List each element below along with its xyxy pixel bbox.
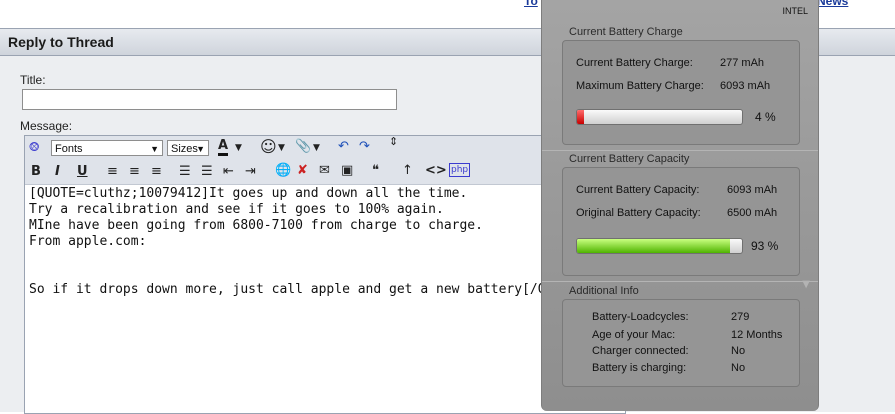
text-color-icon[interactable]: A bbox=[218, 138, 229, 156]
redo-icon[interactable]: ↷ bbox=[359, 138, 370, 156]
editor-toolbar-bottom: B I U ≡ ≡ ≡ ☰ ☰ ⇤ ⇥ 🌐 ✘ ✉ ▣ ❝ ↑ <> php bbox=[25, 160, 625, 185]
editor-toolbar-top: ⨷ Fonts ▼ Sizes ▼ A ▼ ☺ ▼ 📎 ▼ ↶ ↷ ⇕ bbox=[25, 136, 625, 161]
capacity-section-title: Current Battery Capacity bbox=[569, 153, 690, 165]
original-capacity-value: 6500 mAh bbox=[727, 207, 778, 219]
capacity-box: Current Battery Capacity: 6093 mAh Origi… bbox=[562, 167, 800, 276]
editor-line: Try a recalibration and see if it goes t… bbox=[29, 202, 444, 217]
scroll-indicator-icon: ▼ bbox=[802, 279, 810, 290]
current-capacity-label: Current Battery Capacity: bbox=[576, 184, 700, 196]
editor-line: From apple.com: bbox=[29, 234, 147, 249]
max-charge-label: Maximum Battery Charge: bbox=[576, 80, 704, 92]
charger-label: Charger connected: bbox=[592, 345, 689, 357]
quote-icon[interactable]: ❝ bbox=[372, 162, 379, 180]
insert-email-icon[interactable]: ✉ bbox=[319, 162, 330, 180]
current-charge-label: Current Battery Charge: bbox=[576, 57, 693, 69]
editor-line: [QUOTE=cluthz;10079412]It goes up and do… bbox=[29, 186, 468, 201]
unordered-list-icon[interactable]: ☰ bbox=[201, 163, 213, 181]
editor-text[interactable]: [QUOTE=cluthz;10079412]It goes up and do… bbox=[29, 186, 619, 298]
align-right-icon[interactable]: ≡ bbox=[151, 163, 162, 181]
insert-image-icon[interactable]: ▣ bbox=[341, 162, 353, 180]
remove-format-icon[interactable]: ⨷ bbox=[29, 139, 39, 157]
underline-button[interactable]: U bbox=[77, 163, 88, 181]
font-select-label: Fonts bbox=[55, 143, 83, 155]
top-link-1[interactable]: To bbox=[524, 0, 538, 8]
chevron-down-icon: ▼ bbox=[196, 144, 205, 154]
title-label: Title: bbox=[20, 73, 46, 87]
panel-title: Reply to Thread bbox=[8, 34, 114, 50]
chevron-down-icon[interactable]: ▼ bbox=[313, 139, 320, 157]
charging-value: No bbox=[731, 362, 746, 374]
loadcycles-label: Battery-Loadcycles: bbox=[592, 311, 689, 323]
font-select[interactable]: Fonts ▼ bbox=[51, 140, 163, 156]
ordered-list-icon[interactable]: ☰ bbox=[179, 163, 191, 181]
outdent-icon[interactable]: ⇤ bbox=[223, 163, 234, 181]
smiley-icon[interactable]: ☺ bbox=[260, 138, 277, 156]
chevron-down-icon[interactable]: ▼ bbox=[235, 139, 242, 157]
current-capacity-value: 6093 mAh bbox=[727, 184, 778, 196]
battery-window: INTEL Current Battery Charge Current Bat… bbox=[541, 0, 819, 411]
message-editor[interactable]: ⨷ Fonts ▼ Sizes ▼ A ▼ ☺ ▼ 📎 ▼ ↶ ↷ ⇕ B I … bbox=[24, 135, 626, 414]
capacity-percent: 93 % bbox=[751, 239, 779, 253]
italic-button[interactable]: I bbox=[55, 163, 60, 181]
charge-bar-fill bbox=[577, 110, 584, 124]
capacity-bar-fill bbox=[577, 239, 731, 253]
charge-section-title: Current Battery Charge bbox=[569, 26, 683, 38]
attachment-icon[interactable]: 📎 bbox=[295, 138, 311, 156]
indent-icon[interactable]: ⇥ bbox=[245, 163, 256, 181]
php-icon[interactable]: php bbox=[449, 163, 471, 177]
charge-box: Current Battery Charge: 277 mAh Maximum … bbox=[562, 40, 800, 145]
message-label: Message: bbox=[20, 119, 73, 133]
bold-button[interactable]: B bbox=[31, 163, 41, 181]
resize-icon[interactable]: ⇕ bbox=[389, 136, 398, 147]
undo-icon[interactable]: ↶ bbox=[338, 138, 349, 156]
remove-link-icon[interactable]: ✘ bbox=[297, 162, 308, 180]
current-charge-value: 277 mAh bbox=[720, 57, 765, 69]
divider bbox=[542, 281, 818, 282]
capacity-bar bbox=[576, 238, 743, 254]
size-select-label: Sizes bbox=[171, 143, 198, 155]
original-capacity-label: Original Battery Capacity: bbox=[576, 207, 701, 219]
chevron-down-icon: ▼ bbox=[150, 144, 159, 154]
mac-age-value: 12 Months bbox=[731, 329, 783, 341]
wrap-icon[interactable]: ↑ bbox=[402, 162, 413, 180]
code-icon[interactable]: <> bbox=[425, 162, 447, 180]
charge-percent: 4 % bbox=[755, 110, 776, 124]
insert-link-icon[interactable]: 🌐 bbox=[275, 162, 291, 180]
intel-badge: INTEL bbox=[782, 6, 808, 16]
title-input[interactable] bbox=[22, 89, 397, 110]
editor-line: So if it drops down more, just call appl… bbox=[29, 282, 585, 297]
charge-bar bbox=[576, 109, 743, 125]
size-select[interactable]: Sizes ▼ bbox=[167, 140, 209, 156]
loadcycles-value: 279 bbox=[731, 311, 750, 323]
additional-section-title: Additional Info bbox=[569, 285, 639, 297]
max-charge-value: 6093 mAh bbox=[720, 80, 771, 92]
charger-value: No bbox=[731, 345, 746, 357]
mac-age-label: Age of your Mac: bbox=[592, 329, 676, 341]
align-left-icon[interactable]: ≡ bbox=[107, 163, 118, 181]
charging-label: Battery is charging: bbox=[592, 362, 687, 374]
additional-box: Battery-Loadcycles: 279 Age of your Mac:… bbox=[562, 299, 800, 387]
editor-line: MIne have been going from 6800-7100 from… bbox=[29, 218, 483, 233]
top-link-news[interactable]: News bbox=[817, 0, 848, 8]
divider bbox=[542, 150, 818, 151]
align-center-icon[interactable]: ≡ bbox=[129, 163, 140, 181]
chevron-down-icon[interactable]: ▼ bbox=[278, 139, 285, 157]
